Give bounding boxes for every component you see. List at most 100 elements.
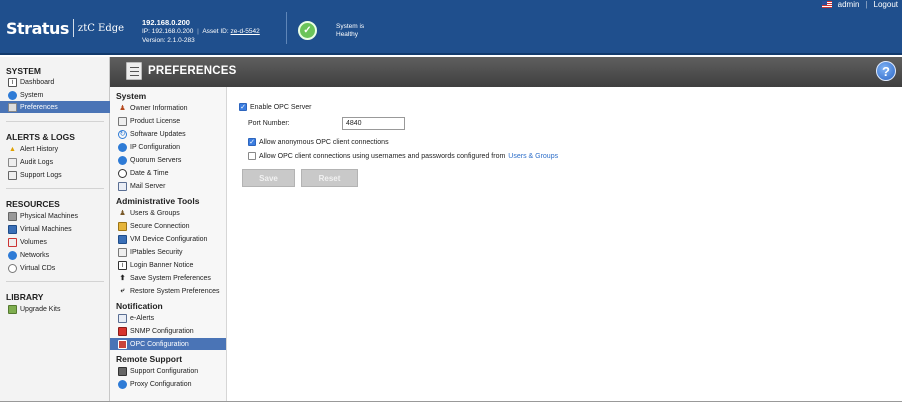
sidebar-item-label: Physical Machines <box>20 212 78 220</box>
pref-item-label: IP Configuration <box>130 143 181 151</box>
quorum-globe-icon <box>118 155 127 165</box>
pipe-separator: | <box>197 28 199 35</box>
sidebar-item-system[interactable]: System <box>0 89 110 101</box>
health-line-2: Healthy <box>336 31 359 38</box>
dashboard-icon: i <box>8 77 17 87</box>
pref-item-save-system-preferences[interactable]: ⬆ Save System Preferences <box>110 272 226 284</box>
pref-item-opc-configuration[interactable]: OPC Configuration <box>110 338 226 350</box>
anonymous-row: ✓ Allow anonymous OPC client connections <box>248 138 389 146</box>
save-button[interactable]: Save <box>242 169 295 187</box>
warning-icon: ▲ <box>9 145 16 153</box>
pref-item-owner-information[interactable]: ♟ Owner Information <box>110 102 226 114</box>
sidebar-item-label: Preferences <box>20 103 58 111</box>
sidebar-section-resources: RESOURCES <box>6 199 60 209</box>
sidebar-item-label: Dashboard <box>20 78 55 86</box>
sidebar-item-label: System <box>20 91 44 99</box>
pref-item-mail-server[interactable]: Mail Server <box>110 180 226 192</box>
pref-item-label: SNMP Configuration <box>130 327 194 335</box>
sidebar-item-alert-history[interactable]: ▲ Alert History <box>0 143 110 155</box>
users-groups-link[interactable]: Users & Groups <box>508 153 558 160</box>
pref-item-login-banner-notice[interactable]: i Login Banner Notice <box>110 259 226 271</box>
user-name[interactable]: admin <box>838 0 860 9</box>
sidebar-item-support-logs[interactable]: Support Logs <box>0 169 110 181</box>
help-icon[interactable]: ? <box>876 61 896 81</box>
sidebar-item-label: Virtual CDs <box>20 264 56 272</box>
pref-item-label: VM Device Configuration <box>130 235 208 243</box>
snmp-icon <box>118 326 127 336</box>
port-number-input[interactable] <box>342 117 405 130</box>
pref-item-label: Users & Groups <box>130 209 180 217</box>
ip-globe-icon <box>118 142 127 152</box>
sidebar-item-preferences[interactable]: Preferences <box>0 101 110 113</box>
sidebar-item-label: Networks <box>20 251 50 259</box>
sidebar-item-upgrade-kits[interactable]: Upgrade Kits <box>0 303 110 315</box>
pref-item-restore-system-preferences[interactable]: ⤶ Restore System Preferences <box>110 285 226 297</box>
preferences-icon <box>8 102 17 112</box>
primary-ip: 192.168.0.200 <box>142 18 190 27</box>
pref-item-iptables-security[interactable]: IPtables Security <box>110 246 226 258</box>
pref-section-admin-tools: Administrative Tools <box>116 196 200 206</box>
pref-item-label: Software Updates <box>130 130 186 138</box>
sidebar-item-volumes[interactable]: Volumes <box>0 236 110 248</box>
upload-icon: ⬆ <box>119 275 126 282</box>
asset-label: Asset ID: <box>202 28 229 35</box>
auth-row: Allow OPC client connections using usern… <box>248 152 558 160</box>
ip-label: IP: <box>142 28 150 35</box>
sidebar-item-networks[interactable]: Networks <box>0 249 110 261</box>
pref-item-users-groups[interactable]: ♟ Users & Groups <box>110 207 226 219</box>
anonymous-connections-label: Allow anonymous OPC client connections <box>259 138 389 146</box>
pref-item-e-alerts[interactable]: e-Alerts <box>110 312 226 324</box>
system-info: 192.168.0.200 IP: 192.168.0.200 | Asset … <box>142 18 260 45</box>
pref-item-label: IPtables Security <box>130 248 183 256</box>
sidebar-item-virtual-cds[interactable]: Virtual CDs <box>0 262 110 274</box>
pref-item-date-time[interactable]: Date & Time <box>110 167 226 179</box>
preferences-page-icon <box>126 62 142 80</box>
sidebar-item-virtual-machines[interactable]: Virtual Machines <box>0 223 110 235</box>
upgrade-kit-icon <box>8 304 17 314</box>
support-log-icon <box>8 170 17 180</box>
auth-connections-checkbox[interactable] <box>248 152 256 160</box>
sidebar-item-label: Virtual Machines <box>20 225 72 233</box>
logout-link[interactable]: Logout <box>874 0 898 9</box>
page-title-bar: PREFERENCES ? <box>110 57 902 87</box>
pref-item-label: Quorum Servers <box>130 156 182 164</box>
iptables-icon <box>118 247 127 257</box>
anonymous-connections-checkbox[interactable]: ✓ <box>248 138 256 146</box>
user-controls: admin | Logout <box>821 0 898 9</box>
sidebar-item-audit-logs[interactable]: Audit Logs <box>0 156 110 168</box>
pref-item-label: Login Banner Notice <box>130 261 194 269</box>
header-divider <box>286 12 287 44</box>
asset-id-link[interactable]: ze-d-5542 <box>231 28 260 35</box>
info-icon: i <box>118 260 127 270</box>
proxy-globe-icon <box>118 379 127 389</box>
pref-item-label: OPC Configuration <box>130 340 189 348</box>
pref-item-label: Owner Information <box>130 104 188 112</box>
sidebar-item-dashboard[interactable]: i Dashboard <box>0 76 110 88</box>
pref-item-quorum-servers[interactable]: Quorum Servers <box>110 154 226 166</box>
pref-item-ip-configuration[interactable]: IP Configuration <box>110 141 226 153</box>
top-header: Stratus ztC Edge 192.168.0.200 IP: 192.1… <box>0 0 902 55</box>
pipe-separator: | <box>865 0 868 9</box>
sidebar-item-label: Upgrade Kits <box>20 305 61 313</box>
healthy-check-icon: ✓ <box>298 21 317 40</box>
version-text: Version: 2.1.0-283 <box>142 37 195 44</box>
pref-item-label: Product License <box>130 117 181 125</box>
reset-button[interactable]: Reset <box>301 169 358 187</box>
pref-item-label: Save System Preferences <box>130 274 211 282</box>
pref-item-software-updates[interactable]: ↻ Software Updates <box>110 128 226 140</box>
pref-item-label: e-Alerts <box>130 314 155 322</box>
left-sidebar: SYSTEM i Dashboard System Preferences AL… <box>0 57 110 402</box>
pref-item-secure-connection[interactable]: Secure Connection <box>110 220 226 232</box>
pref-item-label: Date & Time <box>130 169 169 177</box>
pref-item-support-configuration[interactable]: Support Configuration <box>110 365 226 377</box>
pref-item-vm-device-configuration[interactable]: VM Device Configuration <box>110 233 226 245</box>
pref-item-proxy-configuration[interactable]: Proxy Configuration <box>110 378 226 390</box>
license-icon <box>118 116 127 126</box>
pref-item-snmp-configuration[interactable]: SNMP Configuration <box>110 325 226 337</box>
users-icon: ♟ <box>119 210 126 217</box>
enable-opc-checkbox[interactable]: ✓ <box>239 103 247 111</box>
sidebar-item-physical-machines[interactable]: Physical Machines <box>0 210 110 222</box>
us-flag-icon[interactable] <box>821 1 832 8</box>
pref-item-product-license[interactable]: Product License <box>110 115 226 127</box>
pref-section-notification: Notification <box>116 301 163 311</box>
